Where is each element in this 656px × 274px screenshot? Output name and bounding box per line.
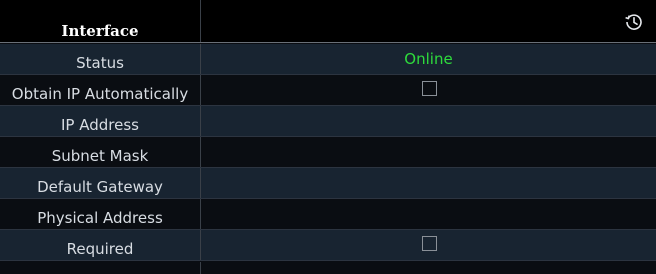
empty-label-cell xyxy=(0,262,201,274)
row-label-required: Required xyxy=(0,230,201,260)
required-checkbox[interactable] xyxy=(422,236,437,251)
table-header: Interface xyxy=(0,0,656,43)
row-label-physical-address: Physical Address xyxy=(0,199,201,229)
table-row: Required xyxy=(0,230,656,261)
row-value-required xyxy=(201,230,656,260)
row-value-status: Online xyxy=(201,44,656,74)
table-row: Obtain IP Automatically xyxy=(0,75,656,106)
row-label-obtain-ip: Obtain IP Automatically xyxy=(0,75,201,105)
status-value: Online xyxy=(404,50,453,68)
ip-address-value xyxy=(201,106,656,136)
table-row: Status Online xyxy=(0,44,656,75)
table-row: Physical Address xyxy=(0,199,656,230)
row-label-subnet-mask: Subnet Mask xyxy=(0,137,201,167)
row-value-obtain-ip xyxy=(201,75,656,105)
table-row-empty xyxy=(0,262,656,274)
physical-address-value xyxy=(201,199,656,229)
history-icon[interactable] xyxy=(624,12,644,32)
subnet-mask-value xyxy=(201,137,656,167)
obtain-ip-checkbox[interactable] xyxy=(422,81,437,96)
interface-table: Interface Status Online Obtain IP Automa… xyxy=(0,0,656,274)
table-row: Subnet Mask xyxy=(0,137,656,168)
default-gateway-value xyxy=(201,168,656,198)
row-label-ip-address: IP Address xyxy=(0,106,201,136)
header-title: Interface xyxy=(0,0,201,42)
header-actions xyxy=(201,0,656,42)
empty-value-cell xyxy=(201,262,656,274)
row-label-default-gateway: Default Gateway xyxy=(0,168,201,198)
table-row: Default Gateway xyxy=(0,168,656,199)
table-row: IP Address xyxy=(0,106,656,137)
row-label-status: Status xyxy=(0,44,201,74)
